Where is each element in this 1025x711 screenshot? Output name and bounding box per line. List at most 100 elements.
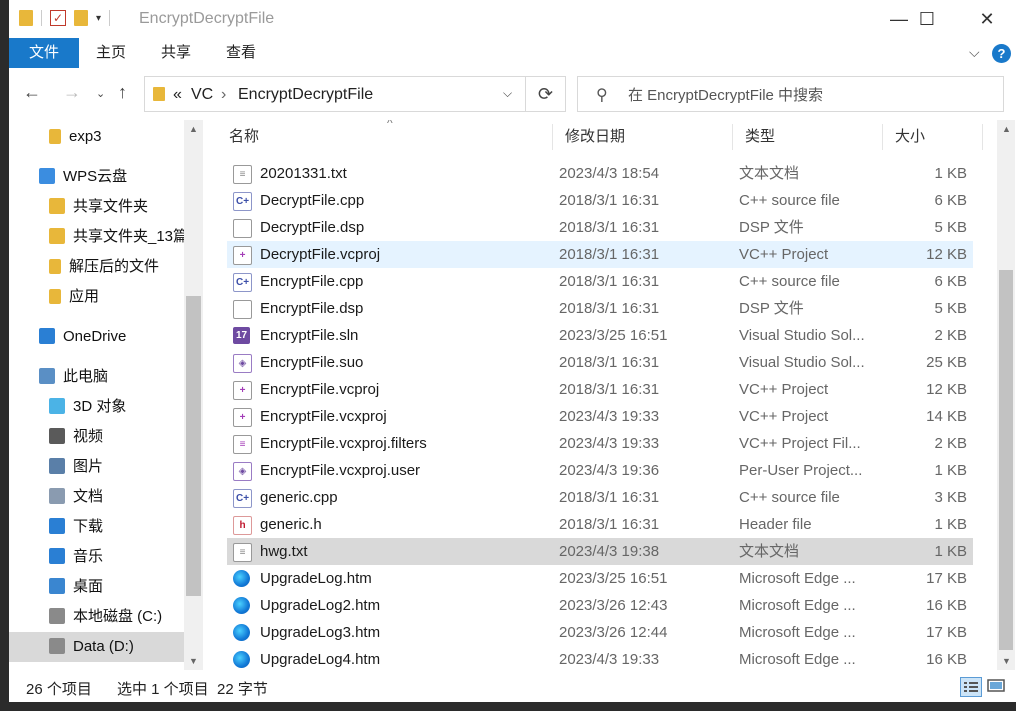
nav-item-0[interactable]: exp3: [49, 122, 102, 152]
column-divider[interactable]: [882, 124, 883, 150]
tab-home[interactable]: 主页: [96, 38, 126, 68]
nav-item-7[interactable]: 此电脑: [39, 362, 108, 392]
file-name: UpgradeLog.htm: [260, 570, 372, 587]
file-type: C++ source file: [739, 273, 840, 290]
scroll-up-icon[interactable]: ▲: [189, 124, 198, 134]
file-name: EncryptFile.dsp: [260, 300, 364, 317]
breadcrumb-vc[interactable]: VC: [191, 86, 213, 104]
back-arrow-icon[interactable]: ←: [23, 82, 41, 103]
file-row[interactable]: UpgradeLog4.htm 2023/4/3 19:33 Microsoft E…: [227, 646, 973, 670]
details-view-icon: [964, 682, 978, 692]
nav-item-label: 图片: [73, 458, 104, 475]
nav-item-13[interactable]: 音乐: [49, 542, 103, 572]
new-folder-icon[interactable]: [74, 10, 88, 26]
item-count: 26 个项目: [26, 681, 92, 698]
column-header-type[interactable]: 类型: [745, 120, 775, 154]
scroll-down-icon[interactable]: ▼: [189, 656, 198, 666]
refresh-button[interactable]: ⟳: [526, 76, 566, 112]
taskbar-edge: [0, 702, 1016, 711]
properties-icon[interactable]: ✓: [50, 10, 66, 26]
file-row[interactable]: EncryptFile.dsp 2018/3/1 16:31 DSP 文件 5 KB: [227, 295, 973, 322]
nav-item-10[interactable]: 图片: [49, 452, 103, 482]
nav-pane-scrollbar-thumb[interactable]: [186, 296, 201, 596]
cpp-file-icon: C+: [233, 273, 252, 292]
nav-item-8[interactable]: 3D 对象: [49, 392, 126, 422]
file-name: EncryptFile.suo: [260, 354, 364, 371]
drive-icon: [49, 608, 65, 624]
file-size: 5 KB: [934, 300, 967, 317]
column-divider[interactable]: [552, 124, 553, 150]
file-row[interactable]: DecryptFile.dsp 2018/3/1 16:31 DSP 文件 5 KB: [227, 214, 973, 241]
breadcrumb-encryptdecryptfile[interactable]: EncryptDecryptFile: [238, 86, 373, 104]
scroll-up-icon[interactable]: ▲: [1002, 124, 1011, 134]
nav-item-4[interactable]: 解压后的文件: [49, 252, 159, 282]
address-bar[interactable]: « VC › EncryptDecryptFile ⌵: [144, 76, 526, 112]
maximize-button[interactable]: ☐: [897, 0, 957, 38]
file-list-scrollbar[interactable]: ▲ ▼: [997, 120, 1015, 670]
window-title: EncryptDecryptFile: [139, 10, 275, 27]
file-size: 14 KB: [926, 408, 967, 425]
file-row[interactable]: + EncryptFile.vcxproj 2023/4/3 19:33 VC++ P…: [227, 403, 973, 430]
nav-item-16[interactable]: Data (D:): [9, 632, 184, 662]
help-icon[interactable]: ?: [992, 44, 1011, 63]
file-list-scrollbar-thumb[interactable]: [999, 270, 1013, 650]
column-header-date[interactable]: 修改日期: [565, 120, 625, 154]
file-row[interactable]: ≡ hwg.txt 2023/4/3 19:38 文本文档 1 KB: [227, 538, 973, 565]
music-icon: [49, 548, 65, 564]
file-row[interactable]: ◈ EncryptFile.suo 2018/3/1 16:31 Visual Stu…: [227, 349, 973, 376]
column-header-size[interactable]: 大小: [895, 120, 925, 154]
column-header-name[interactable]: 名称: [229, 120, 259, 154]
tab-share[interactable]: 共享: [161, 38, 191, 68]
recent-locations-icon[interactable]: ⌄: [96, 87, 105, 100]
file-row[interactable]: UpgradeLog2.htm 2023/3/26 12:43 Microsoft …: [227, 592, 973, 619]
up-arrow-icon[interactable]: ↑: [118, 82, 127, 103]
scroll-down-icon[interactable]: ▼: [1002, 656, 1011, 666]
tab-file[interactable]: 文件: [9, 38, 79, 68]
chevron-down-icon[interactable]: ⌵: [503, 86, 512, 101]
nav-item-2[interactable]: 共享文件夹: [49, 192, 148, 222]
file-row[interactable]: h generic.h 2018/3/1 16:31 Header file 1 KB: [227, 511, 973, 538]
file-row[interactable]: ≡ EncryptFile.vcxproj.filters 2023/4/3 19:…: [227, 430, 973, 457]
nav-item-5[interactable]: 应用: [49, 282, 99, 312]
file-size: 17 KB: [926, 624, 967, 641]
drive-icon: [49, 638, 65, 654]
file-row[interactable]: ≡ 20201331.txt 2023/4/3 18:54 文本文档 1 KB: [227, 160, 973, 187]
file-row[interactable]: C+ DecryptFile.cpp 2018/3/1 16:31 C++ sourc…: [227, 187, 973, 214]
forward-arrow-icon[interactable]: →: [63, 82, 81, 103]
file-row[interactable]: + EncryptFile.vcproj 2018/3/1 16:31 VC++ Pr…: [227, 376, 973, 403]
file-name: EncryptFile.vcxproj.filters: [260, 435, 427, 452]
file-row[interactable]: ◈ EncryptFile.vcxproj.user 2023/4/3 19:36 P…: [227, 457, 973, 484]
customize-toolbar-icon[interactable]: ▾: [96, 13, 101, 24]
nav-item-12[interactable]: 下载: [49, 512, 103, 542]
breadcrumb-overflow[interactable]: «: [173, 86, 182, 104]
file-row[interactable]: C+ EncryptFile.cpp 2018/3/1 16:31 C++ sourc…: [227, 268, 973, 295]
file-row[interactable]: UpgradeLog.htm 2023/3/25 16:51 Microsoft E…: [227, 565, 973, 592]
nav-pane-scrollbar[interactable]: ▲ ▼: [184, 120, 203, 670]
search-box[interactable]: ⚲: [577, 76, 1004, 112]
column-divider[interactable]: [982, 124, 983, 150]
tab-view[interactable]: 查看: [226, 38, 256, 68]
details-view-button[interactable]: [960, 677, 982, 697]
nav-item-1[interactable]: WPS云盘: [39, 162, 127, 192]
nav-item-11[interactable]: 文档: [49, 482, 103, 512]
file-row[interactable]: UpgradeLog3.htm 2023/3/26 12:44 Microsoft …: [227, 619, 973, 646]
large-icons-view-button[interactable]: [986, 677, 1008, 697]
file-row[interactable]: 17 EncryptFile.sln 2023/3/25 16:51 Visual S…: [227, 322, 973, 349]
file-date: 2023/4/3 19:36: [559, 462, 660, 479]
chevron-down-icon[interactable]: ⌵: [969, 44, 980, 61]
nav-item-6[interactable]: OneDrive: [39, 322, 126, 352]
file-size: 1 KB: [934, 543, 967, 560]
file-date: 2018/3/1 16:31: [559, 246, 660, 263]
file-row[interactable]: C+ generic.cpp 2018/3/1 16:31 C++ source fi…: [227, 484, 973, 511]
nav-item-14[interactable]: 桌面: [49, 572, 103, 602]
column-divider[interactable]: [732, 124, 733, 150]
file-row[interactable]: + DecryptFile.vcproj 2018/3/1 16:31 VC++ Pr…: [227, 241, 973, 268]
breadcrumb-separator[interactable]: ›: [221, 86, 226, 104]
nav-item-15[interactable]: 本地磁盘 (C:): [49, 602, 162, 632]
close-button[interactable]: ✕: [957, 0, 1017, 38]
file-date: 2018/3/1 16:31: [559, 516, 660, 533]
nav-item-9[interactable]: 视频: [49, 422, 103, 452]
search-input[interactable]: [626, 84, 990, 106]
nav-item-3[interactable]: 共享文件夹_13篇: [49, 222, 184, 252]
cloud-icon: [39, 168, 55, 184]
